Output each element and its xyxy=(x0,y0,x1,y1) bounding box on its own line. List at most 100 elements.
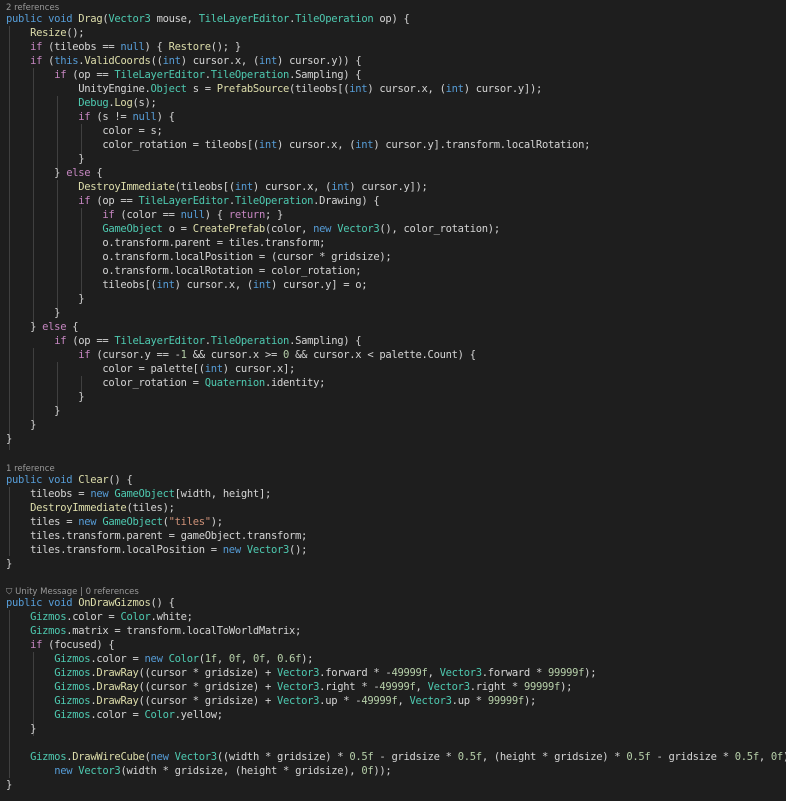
code-line[interactable]: new Vector3(width * gridsize, (height * … xyxy=(6,764,392,778)
code-line[interactable]: if (op == TileLayerEditor.TileOperation.… xyxy=(6,334,361,348)
code-token: Vector3 xyxy=(246,544,290,556)
code-line[interactable]: tiles = new GameObject("tiles"); xyxy=(6,515,223,529)
code-token: ) cursor.y].transform.localRotation; xyxy=(373,139,591,151)
code-line[interactable]: Gizmos.matrix = transform.localToWorldMa… xyxy=(6,624,301,638)
code-token: ) cursor.x, ( xyxy=(252,181,332,193)
code-line[interactable]: tileobs = new GameObject[width, height]; xyxy=(6,487,271,501)
code-line[interactable]: color = s; xyxy=(6,124,163,138)
code-token: .forward * xyxy=(481,667,549,679)
code-line[interactable]: GameObject o = CreatePrefab(color, new V… xyxy=(6,222,500,236)
code-line[interactable]: if (cursor.y == -1 && cursor.x >= 0 && c… xyxy=(6,348,476,362)
code-line[interactable]: tiles.transform.parent = gameObject.tran… xyxy=(6,529,307,543)
code-token: 0.5f xyxy=(626,751,651,763)
code-line[interactable]: color_rotation = Quaternion.identity; xyxy=(6,376,325,390)
code-editor[interactable]: 2 references 1 reference ⛉ Unity Message… xyxy=(0,0,786,801)
code-token: Vector3 xyxy=(337,223,380,235)
code-line[interactable]: } xyxy=(6,292,84,306)
code-token: int xyxy=(355,139,374,151)
code-line[interactable]: } xyxy=(6,306,60,320)
code-token: (color, xyxy=(264,223,314,235)
code-line[interactable]: } xyxy=(6,390,84,404)
code-line[interactable]: public void Drag(Vector3 mouse, TileLaye… xyxy=(6,12,410,26)
code-line[interactable]: if (color == null) { return; } xyxy=(6,208,283,222)
code-token: } xyxy=(6,558,13,570)
code-line[interactable]: DestroyImmediate(tiles); xyxy=(6,501,175,515)
code-token: (focused) { xyxy=(42,639,115,651)
code-token: Gizmos xyxy=(54,667,91,679)
code-token: 0.5f xyxy=(734,751,759,763)
code-token: ((width * gridsize) * xyxy=(216,751,350,763)
code-token: .right * xyxy=(469,681,524,693)
code-token: } xyxy=(6,723,37,735)
code-line[interactable]: UnityEngine.Object s = PrefabSource(tile… xyxy=(6,82,542,96)
code-token: ) { xyxy=(144,41,169,53)
code-token: ; } xyxy=(264,209,284,221)
code-token: if xyxy=(54,335,67,347)
code-token: .color = xyxy=(90,709,145,721)
code-line[interactable]: } xyxy=(6,722,36,736)
code-token: .yellow; xyxy=(174,709,223,721)
code-token: 0.6f xyxy=(277,653,302,665)
code-line[interactable]: color = palette[(int) cursor.x]; xyxy=(6,362,295,376)
code-token: (op == xyxy=(90,195,139,207)
code-token: if xyxy=(102,209,115,221)
code-token: (); xyxy=(66,27,85,39)
code-token: TileOperation xyxy=(210,335,290,347)
code-token: (tileobs == xyxy=(42,41,121,53)
code-line[interactable]: } xyxy=(6,557,12,571)
code-line[interactable]: Gizmos.color = new Color(1f, 0f, 0f, 0.6… xyxy=(6,652,313,666)
code-token: .color = xyxy=(66,611,121,623)
code-token: public void xyxy=(6,13,79,25)
code-line[interactable]: Gizmos.DrawWireCube(new Vector3((width *… xyxy=(6,750,786,764)
code-line[interactable]: color_rotation = tileobs[(int) cursor.x,… xyxy=(6,138,590,152)
code-token: 0f xyxy=(770,751,783,763)
code-line[interactable]: } xyxy=(6,778,12,792)
code-token: 99999f xyxy=(487,695,524,707)
code-line[interactable]: tiles.transform.localPosition = new Vect… xyxy=(6,543,307,557)
code-line[interactable]: o.transform.localPosition = (cursor * gr… xyxy=(6,250,391,264)
code-line[interactable]: o.transform.localRotation = color_rotati… xyxy=(6,264,361,278)
code-line[interactable]: public void OnDrawGizmos() { xyxy=(6,596,175,610)
code-line[interactable]: if (tileobs == null) { Restore(); } xyxy=(6,40,241,54)
code-line[interactable]: DestroyImmediate(tileobs[(int) cursor.x,… xyxy=(6,180,428,194)
code-token: 49999f xyxy=(361,695,398,707)
code-token: (s); xyxy=(132,97,157,109)
code-line[interactable]: Gizmos.DrawRay((cursor * gridsize) + Vec… xyxy=(6,694,536,708)
code-line[interactable]: } xyxy=(6,418,36,432)
code-line[interactable]: if (op == TileLayerEditor.TileOperation.… xyxy=(6,194,379,208)
code-line[interactable]: Resize(); xyxy=(6,26,85,40)
code-line[interactable]: } else { xyxy=(6,320,79,334)
code-line[interactable]: tileobs[(int) cursor.x, (int) cursor.y] … xyxy=(6,278,367,292)
code-token: Log xyxy=(114,97,133,109)
code-line[interactable]: if (this.ValidCoords((int) cursor.x, (in… xyxy=(6,54,362,68)
code-token: int xyxy=(162,55,181,67)
code-line[interactable]: Gizmos.color = Color.white; xyxy=(6,610,193,624)
code-line[interactable]: Gizmos.DrawRay((cursor * gridsize) + Vec… xyxy=(6,680,572,694)
code-line[interactable]: } xyxy=(6,404,60,418)
code-line[interactable]: Gizmos.color = Color.yellow; xyxy=(6,708,223,722)
code-line[interactable]: if (s != null) { xyxy=(6,110,175,124)
code-token: Drag xyxy=(78,13,103,25)
code-token: Restore xyxy=(168,41,211,53)
code-token: 0.5f xyxy=(349,751,374,763)
code-token: 49999f xyxy=(379,681,416,693)
code-token: .white; xyxy=(150,611,193,623)
code-line[interactable]: Debug.Log(s); xyxy=(6,96,157,110)
code-line[interactable]: } else { xyxy=(6,166,102,180)
code-token: new xyxy=(54,765,73,777)
code-line[interactable]: if (focused) { xyxy=(6,638,115,652)
code-line[interactable]: } xyxy=(6,432,12,446)
code-token: , xyxy=(397,695,410,707)
code-line[interactable]: Gizmos.DrawRay((cursor * gridsize) + Vec… xyxy=(6,666,596,680)
code-token: Vector3 xyxy=(277,695,320,707)
code-line[interactable]: } xyxy=(6,152,84,166)
code-token: if xyxy=(30,41,43,53)
code-line[interactable]: public void Clear() { xyxy=(6,473,133,487)
code-token: ) cursor.x]; xyxy=(222,363,296,375)
code-token: if xyxy=(78,195,91,207)
code-line[interactable]: if (op == TileLayerEditor.TileOperation.… xyxy=(6,68,361,82)
code-line[interactable]: o.transform.parent = tiles.transform; xyxy=(6,236,325,250)
